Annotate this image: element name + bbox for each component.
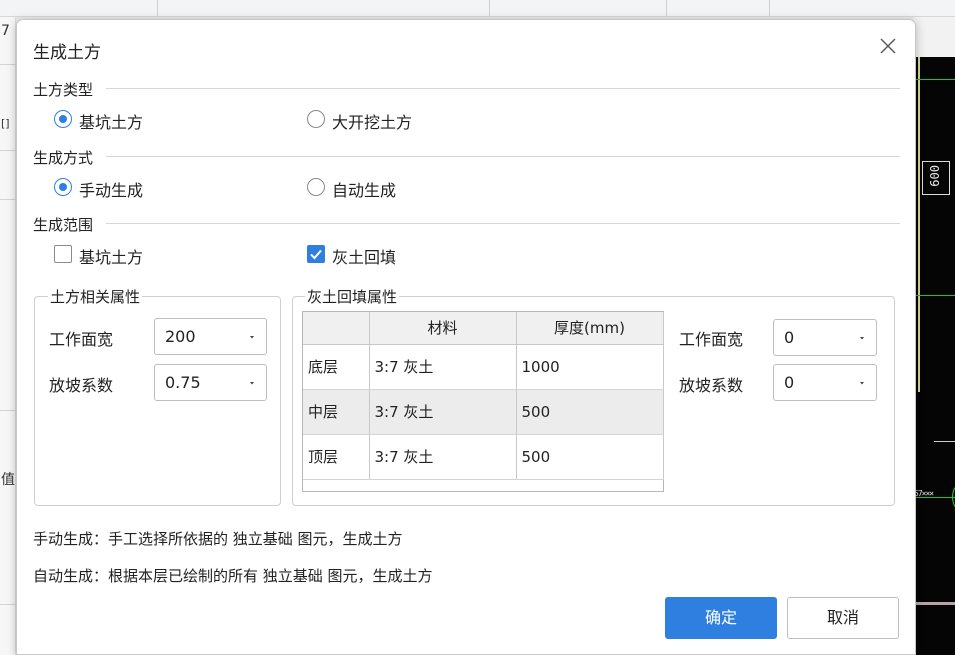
radio-label: 大开挖土方 — [332, 113, 413, 132]
work-width-select[interactable]: 200 — [154, 318, 267, 355]
radio-indicator — [54, 178, 72, 196]
close-button[interactable] — [876, 34, 900, 58]
canvas-bar — [914, 602, 955, 605]
cad-canvas[interactable]: 600 57××× — [914, 57, 955, 655]
checkbox-label: 基坑土方 — [79, 248, 144, 267]
slope-coefficient-label: 放坡系数 — [49, 376, 114, 395]
dropdown-arrow-icon — [860, 382, 864, 385]
background-left-text: 7 — [1, 23, 10, 39]
layer-name-cell: 中层 — [303, 389, 370, 435]
backfill-slope-coefficient-select[interactable]: 0 — [773, 364, 877, 401]
radio-auto-generate[interactable]: 自动生成 — [307, 177, 427, 200]
radio-label: 自动生成 — [332, 181, 397, 200]
material-cell[interactable]: 3:7 灰土 — [369, 434, 517, 480]
radio-indicator — [307, 178, 325, 196]
select-value: 200 — [165, 327, 196, 346]
dialog-title: 生成土方 — [33, 43, 101, 63]
select-value: 0 — [784, 328, 795, 347]
background-left-text: 值 — [1, 472, 15, 488]
radio-indicator — [307, 110, 325, 128]
close-icon — [880, 38, 896, 54]
backfill-work-width-label: 工作面宽 — [679, 330, 744, 349]
generate-earthwork-dialog: 生成土方 土方类型 基坑土方 大开挖土方 生成方式 手动生成 自动生成 生成范围… — [16, 19, 916, 655]
checkbox-label: 灰土回填 — [332, 248, 397, 267]
checkmark-icon — [310, 249, 322, 260]
group-title-backfill-properties: 灰土回填属性 — [305, 286, 400, 307]
backfill-slope-coefficient-label: 放坡系数 — [679, 376, 744, 395]
work-width-label: 工作面宽 — [49, 330, 114, 349]
radio-label: 基坑土方 — [79, 113, 144, 132]
section-label-generate-scope: 生成范围 — [33, 214, 94, 235]
layer-name-cell: 顶层 — [303, 434, 370, 480]
checkbox-indicator — [54, 245, 72, 263]
slope-coefficient-select[interactable]: 0.75 — [154, 364, 267, 401]
checkbox-lime-soil-backfill[interactable]: 灰土回填 — [307, 244, 427, 267]
thickness-cell[interactable]: 500 — [516, 389, 664, 435]
radio-label: 手动生成 — [79, 181, 144, 200]
radio-manual-generate[interactable]: 手动生成 — [54, 177, 174, 200]
material-cell[interactable]: 3:7 灰土 — [369, 344, 517, 390]
section-label-earthwork-type: 土方类型 — [33, 79, 94, 100]
table-header-cell: 厚度(mm) — [516, 312, 664, 345]
checkbox-pit-earthwork[interactable]: 基坑土方 — [54, 244, 174, 267]
table-row[interactable]: 底层 3:7 灰土 1000 — [303, 344, 664, 390]
section-label-generate-mode: 生成方式 — [33, 147, 94, 168]
material-cell[interactable]: 3:7 灰土 — [369, 389, 517, 435]
thickness-cell[interactable]: 1000 — [516, 344, 664, 390]
checkbox-indicator — [307, 245, 325, 263]
section-divider — [106, 223, 900, 224]
table-row[interactable]: 中层 3:7 灰土 500 — [303, 389, 664, 435]
dimension-text: 600 — [928, 165, 942, 187]
select-value: 0.75 — [165, 373, 201, 392]
background-right-strip — [914, 17, 955, 57]
auto-generate-description: 自动生成：根据本层已绘制的所有 独立基础 图元，生成土方 — [33, 567, 433, 585]
section-divider — [106, 88, 900, 89]
ok-button[interactable]: 确定 — [665, 597, 777, 639]
cancel-button[interactable]: 取消 — [787, 597, 899, 639]
background-left-panel: 7 [] 值 — [0, 17, 16, 655]
table-row[interactable]: 顶层 3:7 灰土 500 — [303, 434, 664, 480]
select-value: 0 — [784, 373, 795, 392]
thickness-cell[interactable]: 500 — [516, 434, 664, 480]
table-header-row: 材料 厚度(mm) — [303, 312, 664, 345]
table-header-cell — [303, 312, 370, 345]
dropdown-arrow-icon — [250, 336, 254, 339]
background-toolbar — [0, 0, 955, 17]
dropdown-arrow-icon — [860, 337, 864, 340]
manual-generate-description: 手动生成：手工选择所依据的 独立基础 图元，生成土方 — [33, 530, 403, 548]
backfill-work-width-select[interactable]: 0 — [773, 319, 877, 356]
radio-indicator — [54, 110, 72, 128]
group-title-earthwork-properties: 土方相关属性 — [48, 286, 143, 307]
background-left-text: [] — [1, 117, 10, 130]
dropdown-arrow-icon — [250, 382, 254, 385]
layer-name-cell: 底层 — [303, 344, 370, 390]
table-header-cell: 材料 — [369, 312, 517, 345]
section-divider — [106, 156, 900, 157]
backfill-layer-table: 材料 厚度(mm) 底层 3:7 灰土 1000 中层 3:7 灰土 500 顶… — [302, 311, 664, 492]
radio-pit-earthwork[interactable]: 基坑土方 — [54, 109, 174, 132]
radio-open-excavation[interactable]: 大开挖土方 — [307, 109, 447, 132]
